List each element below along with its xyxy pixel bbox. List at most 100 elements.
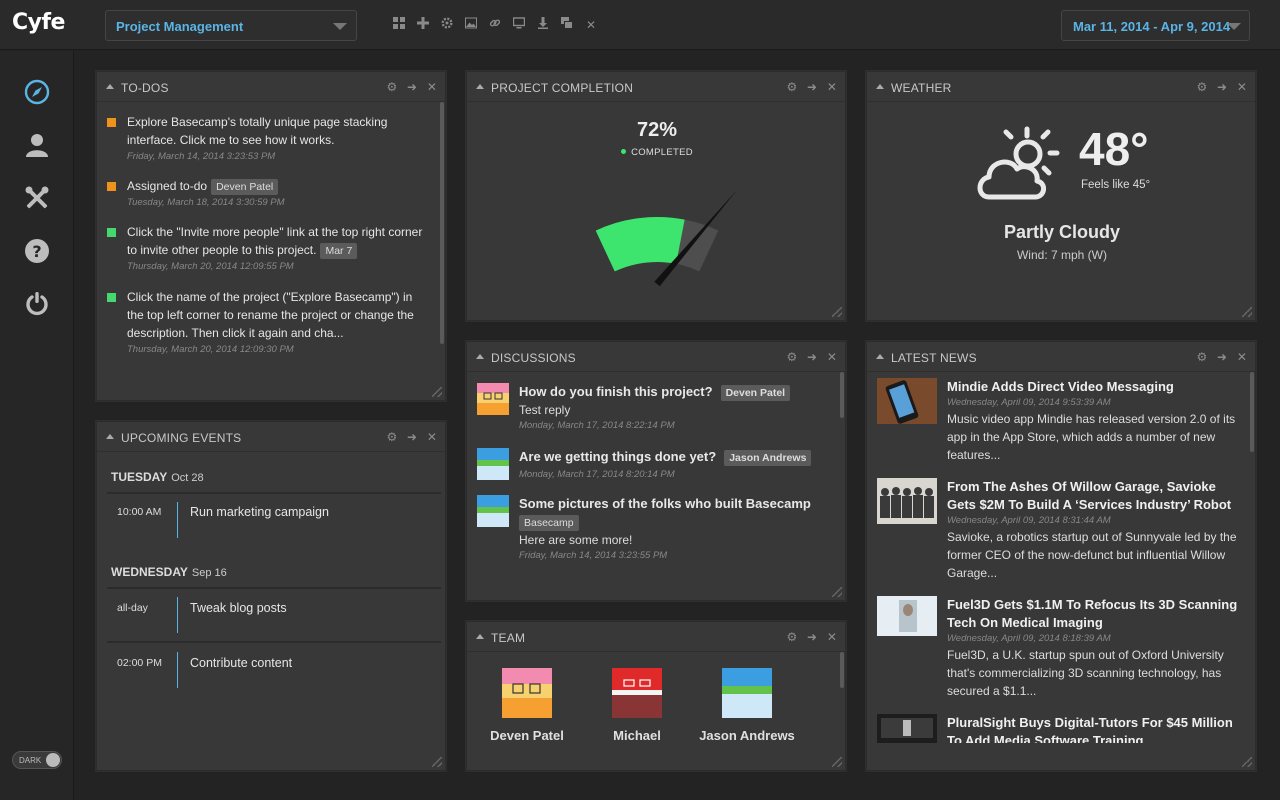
gear-icon[interactable]: ⚙ — [785, 350, 799, 364]
arrow-right-icon[interactable]: ➜ — [805, 350, 819, 364]
copy-icon[interactable] — [555, 17, 579, 33]
close-icon[interactable]: ✕ — [425, 430, 439, 444]
discussion-item[interactable]: Are we getting things done yet? Jason And… — [477, 448, 827, 480]
discussion-item[interactable]: Some pictures of the folks who built Bas… — [477, 495, 827, 561]
todo-item[interactable]: Assigned to-do Deven Patel Tuesday, March… — [107, 177, 427, 208]
temperature: 48° — [1079, 123, 1149, 175]
todo-item[interactable]: Explore Basecamp's totally unique page s… — [107, 113, 427, 162]
widget-header: UPCOMING EVENTS ⚙ ➜ ✕ — [97, 422, 445, 452]
help-icon[interactable]: ? — [22, 236, 52, 266]
scrollbar[interactable] — [1250, 372, 1254, 452]
discussion-item[interactable]: How do you finish this project? Deven Pat… — [477, 383, 827, 431]
todo-item[interactable]: Click the "Invite more people" link at t… — [107, 223, 427, 272]
todo-text: Explore Basecamp's totally unique page s… — [127, 115, 388, 147]
image-icon[interactable] — [459, 17, 483, 33]
arrow-right-icon[interactable]: ➜ — [805, 630, 819, 644]
resize-handle[interactable] — [432, 387, 442, 397]
completion-gauge — [595, 190, 737, 287]
widget-title: PROJECT COMPLETION — [491, 81, 634, 95]
scrollbar[interactable] — [440, 102, 444, 344]
close-icon[interactable]: ✕ — [425, 80, 439, 94]
news-headline: Fuel3D Gets $1.1M To Refocus Its 3D Scan… — [947, 597, 1238, 630]
todo-checkbox[interactable] — [107, 118, 116, 127]
resize-handle[interactable] — [832, 757, 842, 767]
gear-icon[interactable]: ⚙ — [1195, 350, 1209, 364]
grid-icon[interactable] — [387, 17, 411, 33]
plus-icon[interactable] — [411, 17, 435, 33]
arrow-right-icon[interactable]: ➜ — [1215, 80, 1229, 94]
close-icon[interactable]: ✕ — [579, 17, 603, 33]
event-time: all-day — [117, 602, 148, 614]
monitor-icon[interactable] — [507, 17, 531, 33]
scrollbar[interactable] — [840, 652, 844, 688]
arrow-right-icon[interactable]: ➜ — [405, 430, 419, 444]
close-icon[interactable]: ✕ — [1235, 350, 1249, 364]
gear-icon[interactable]: ⚙ — [785, 80, 799, 94]
dashboard-select[interactable]: Project Management — [105, 10, 357, 41]
todo-checkbox[interactable] — [107, 182, 116, 191]
collapse-icon[interactable] — [106, 84, 114, 89]
collapse-icon[interactable] — [106, 434, 114, 439]
project-completion-widget: PROJECT COMPLETION ⚙ ➜ ✕ 72% COMPLETED — [466, 71, 846, 321]
resize-handle[interactable] — [1242, 307, 1252, 317]
todo-checkbox[interactable] — [107, 293, 116, 302]
member-name: Michael — [613, 728, 661, 743]
collapse-icon[interactable] — [876, 354, 884, 359]
date-range-picker[interactable]: Mar 11, 2014 - Apr 9, 2014 — [1061, 10, 1250, 41]
resize-handle[interactable] — [1242, 757, 1252, 767]
divider — [107, 641, 441, 643]
collapse-icon[interactable] — [876, 84, 884, 89]
compass-icon[interactable] — [22, 77, 52, 107]
gear-icon[interactable]: ⚙ — [785, 630, 799, 644]
collapse-icon[interactable] — [476, 354, 484, 359]
avatar — [477, 448, 509, 480]
arrow-right-icon[interactable]: ➜ — [805, 80, 819, 94]
resize-handle[interactable] — [832, 587, 842, 597]
resize-handle[interactable] — [832, 307, 842, 317]
todo-item[interactable]: Click the name of the project ("Explore … — [107, 288, 427, 355]
collapse-icon[interactable] — [476, 634, 484, 639]
news-item[interactable]: Mindie Adds Direct Video Messaging Wedne… — [877, 378, 1247, 464]
discussion-body: Here are some more! — [519, 533, 633, 547]
completion-status: COMPLETED — [467, 147, 847, 158]
scrollbar[interactable] — [840, 372, 844, 418]
team-member[interactable]: Michael — [582, 668, 692, 743]
close-icon[interactable]: ✕ — [1235, 80, 1249, 94]
gear-icon[interactable] — [435, 17, 459, 33]
link-icon[interactable] — [483, 17, 507, 33]
user-icon[interactable] — [22, 130, 52, 160]
events-widget: UPCOMING EVENTS ⚙ ➜ ✕ TUESDAY Oct 28 10:00 … — [96, 421, 446, 771]
close-icon[interactable]: ✕ — [825, 630, 839, 644]
download-icon[interactable] — [531, 17, 555, 33]
event-title[interactable]: Tweak blog posts — [190, 601, 287, 615]
author-tag: Jason Andrews — [724, 450, 812, 466]
arrow-right-icon[interactable]: ➜ — [405, 80, 419, 94]
author-tag: Deven Patel — [720, 385, 791, 401]
widget-header: TEAM ⚙ ➜ ✕ — [467, 622, 845, 652]
power-icon[interactable] — [22, 289, 52, 319]
todo-checkbox[interactable] — [107, 228, 116, 237]
discussion-timestamp: Monday, March 17, 2014 8:22:14 PM — [519, 420, 675, 431]
close-icon[interactable]: ✕ — [825, 80, 839, 94]
close-icon[interactable]: ✕ — [825, 350, 839, 364]
collapse-icon[interactable] — [476, 84, 484, 89]
todo-text: Click the "Invite more people" link at t… — [127, 225, 423, 257]
team-member[interactable]: Jason Andrews — [692, 668, 802, 743]
news-item[interactable]: From The Ashes Of Willow Garage, Savioke… — [877, 478, 1247, 582]
gear-icon[interactable]: ⚙ — [1195, 80, 1209, 94]
todo-text: Assigned to-do — [127, 179, 208, 193]
news-item[interactable]: Fuel3D Gets $1.1M To Refocus Its 3D Scan… — [877, 596, 1247, 700]
tools-icon[interactable] — [22, 183, 52, 213]
news-item[interactable]: PluralSight Buys Digital-Tutors For $45 … — [877, 714, 1247, 743]
arrow-right-icon[interactable]: ➜ — [1215, 350, 1229, 364]
gear-icon[interactable]: ⚙ — [385, 430, 399, 444]
event-title[interactable]: Run marketing campaign — [190, 505, 329, 519]
event-title[interactable]: Contribute content — [190, 656, 292, 670]
team-member[interactable]: Deven Patel — [472, 668, 582, 743]
dark-mode-toggle[interactable]: DARK — [12, 751, 62, 769]
cyfe-logo[interactable]: Cyfe — [12, 10, 65, 35]
event-bar — [177, 597, 178, 633]
gear-icon[interactable]: ⚙ — [385, 80, 399, 94]
widget-header: TO-DOS ⚙ ➜ ✕ — [97, 72, 445, 102]
resize-handle[interactable] — [432, 757, 442, 767]
